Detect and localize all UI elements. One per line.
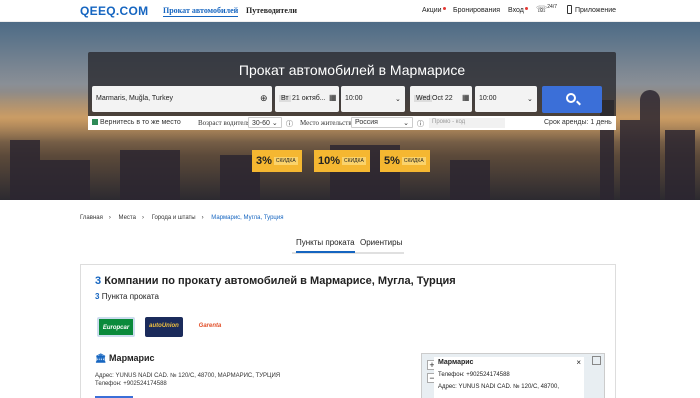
map-popup: Мармарис Телефон: +902524174588 Адрес: Y… [434,357,584,398]
office-phone: Телефон: +902524174588 [95,381,167,387]
check-icon [92,119,98,125]
search-icon [566,93,576,103]
breadcrumb-cities[interactable]: Города и штаты [152,215,196,221]
office-name: 🏛 Мармарис [95,353,155,363]
building [665,130,695,200]
tab-landmarks[interactable]: Ориентиры [360,238,402,247]
discount-badge[interactable]: 3% СКИДКА [252,150,302,172]
popup-address: Адрес: YUNUS NADI CAD. № 120/C, 48700, [438,384,559,390]
residence-select[interactable]: Россия ⌄ [351,117,413,128]
locate-icon[interactable]: ⊕ [260,93,268,104]
calendar-icon: ▦ [462,93,470,102]
notification-dot [524,7,528,10]
breadcrumb: Главная › Места › Города и штаты › Мармарис… [80,215,284,221]
return-same-checkbox[interactable]: Вернитесь в то же место [92,119,181,126]
pickup-date[interactable]: Вт 21 октяб... ▦ [275,86,339,112]
search-icon-handle [576,100,581,106]
popup-title: Мармарис [438,359,474,366]
chevron-down-icon: ⌄ [395,96,401,103]
driver-age-select[interactable]: 30-60 ⌄ [248,117,282,128]
location-tabs: Пункты проката Ориентиры [292,236,404,254]
building [640,90,660,200]
return-date[interactable]: Wed Oct 22 ▦ [410,86,472,112]
map[interactable]: + − Мармарис Телефон: +902524174588 Адре… [421,353,605,398]
companies-card: 3 Компании по прокату автомобилей в Марм… [80,264,616,398]
building [450,160,490,200]
autounion-logo[interactable]: autoUnion [145,317,183,337]
search-button[interactable] [542,86,602,113]
mobile-icon [567,5,572,14]
location-input[interactable]: Marmaris, Muğla, Turkey ⊕ [92,86,272,112]
popup-phone: Телефон: +902524174588 [438,372,510,378]
nav-guides[interactable]: Путеводители [246,6,297,15]
residence-label: Место жительства: [300,119,357,127]
support-phone-icon[interactable]: ☏24/7 [536,4,557,15]
close-icon[interactable]: × [576,358,581,367]
promos-link[interactable]: Акции [422,7,446,14]
calendar-icon: ▦ [329,93,337,102]
office-address: Адрес: YUNUS NADI CAD. № 120/C, 48700, М… [95,373,281,379]
tab-rental-points[interactable]: Пункты проката [296,238,355,253]
pickup-time[interactable]: 10:00 ⌄ [341,86,405,112]
building [620,120,640,200]
bookings-link[interactable]: Бронирования [453,7,500,14]
breadcrumb-home[interactable]: Главная [80,215,103,221]
building [40,160,90,200]
building [120,150,180,200]
discount-badge[interactable]: 5% СКИДКА [380,150,430,172]
app-link[interactable]: Приложение [575,7,616,14]
top-nav: QEEQ.COM Прокат автомобилей Путеводители… [0,0,700,22]
login-link[interactable]: Вход [508,7,528,14]
notification-dot [442,7,446,10]
info-icon[interactable]: ⓘ [417,119,424,129]
fullscreen-icon[interactable] [592,356,601,365]
search-options: Вернитесь в то же место Возраст водителя… [88,116,616,130]
rental-duration: Срок аренды: 1 день [544,119,612,126]
breadcrumb-current: Мармарис, Мугла, Турция [211,215,284,221]
promo-input[interactable]: Промо - код [429,118,505,128]
points-count: 3 Пункта проката [95,292,159,301]
return-time[interactable]: 10:00 ⌄ [475,86,537,112]
building-icon: 🏛 [95,353,107,363]
garenta-logo[interactable]: Garenta [191,317,229,337]
europcar-logo[interactable]: Europcar [97,317,135,337]
logo[interactable]: QEEQ.COM [80,4,148,18]
driver-age-label: Возраст водителя: [198,119,253,127]
discount-badge[interactable]: 10% СКИДКА [314,150,370,172]
companies-title: 3 Компании по прокату автомобилей в Марм… [95,275,456,287]
breadcrumb-places[interactable]: Места [119,215,136,221]
hero-title: Прокат автомобилей в Мармарисе [238,62,466,78]
chevron-down-icon: ⌄ [527,96,533,103]
building [10,140,40,200]
nav-car-rental[interactable]: Прокат автомобилей [163,6,239,17]
search-panel: Прокат автомобилей в Мармарисе Marmaris,… [88,52,616,124]
info-icon[interactable]: ⓘ [286,119,293,129]
